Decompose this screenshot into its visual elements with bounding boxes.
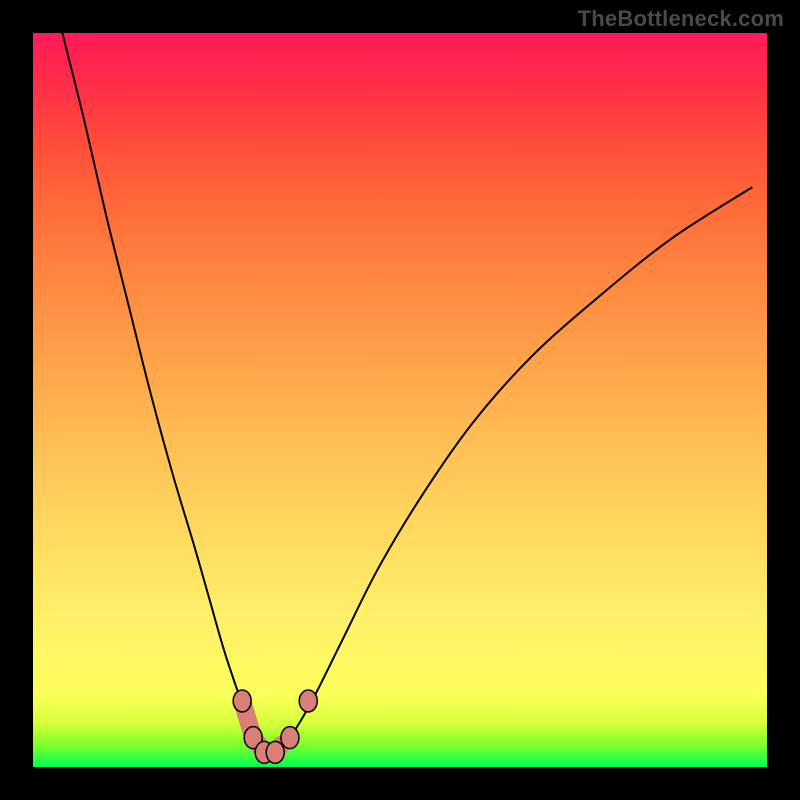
bottleneck-curve <box>62 33 752 752</box>
curve-marker <box>233 690 251 712</box>
chart-root: TheBottleneck.com <box>0 0 800 800</box>
plot-area <box>33 33 767 767</box>
watermark-label: TheBottleneck.com <box>578 6 784 32</box>
curve-marker <box>266 741 284 763</box>
curve-marker <box>281 727 299 749</box>
curve-svg <box>33 33 767 767</box>
curve-marker <box>299 690 317 712</box>
